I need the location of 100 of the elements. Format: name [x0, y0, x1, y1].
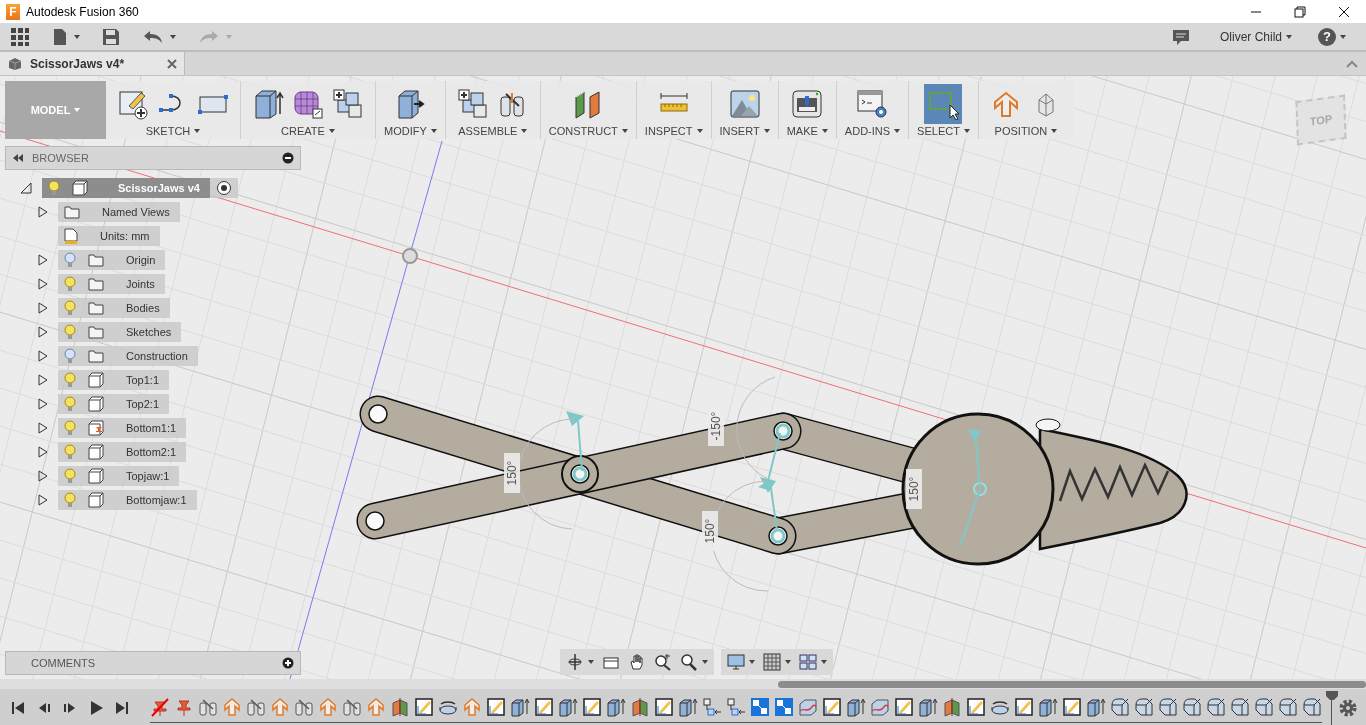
extrude-icon[interactable] [1038, 697, 1058, 717]
skip-to-start-icon[interactable] [10, 699, 26, 716]
viewports-icon[interactable] [799, 653, 817, 671]
tree-item[interactable]: Bottom2:1 [58, 442, 187, 462]
sketch-icon[interactable] [822, 697, 842, 717]
fillet-icon[interactable] [1206, 697, 1226, 717]
split-body-icon[interactable] [630, 697, 650, 717]
fillet-icon[interactable] [1134, 697, 1154, 717]
component-icon[interactable] [332, 88, 364, 120]
expand-arrow-icon[interactable] [38, 374, 48, 386]
active-radio-icon[interactable] [215, 180, 232, 196]
toolbar-menu[interactable]: INSPECT [644, 125, 703, 137]
tree-item[interactable]: Top2:1 [58, 394, 170, 414]
settings-icon[interactable] [1338, 697, 1358, 718]
collapse-panel-icon[interactable] [12, 153, 24, 163]
expand-arrow-icon[interactable] [38, 302, 48, 314]
scripts-icon[interactable] [856, 88, 889, 120]
toolbar-menu[interactable]: INSERT [719, 125, 770, 137]
extrude-icon[interactable] [846, 697, 866, 717]
sketch-icon[interactable] [1014, 697, 1034, 717]
pan-hand-icon[interactable] [628, 653, 646, 671]
toolbar-menu[interactable]: ASSEMBLE [458, 125, 528, 137]
apps-grid-icon[interactable] [10, 26, 30, 47]
fillet-icon[interactable] [1158, 697, 1178, 717]
fillet-icon[interactable] [1278, 697, 1298, 717]
tree-item[interactable]: Units: mm [58, 226, 160, 246]
tree-item[interactable]: Bottomjaw:1 [58, 490, 197, 510]
scroll-thumb[interactable] [778, 681, 1366, 688]
tree-item[interactable]: Topjaw:1 [58, 466, 180, 486]
tree-item[interactable]: Top1:1 [58, 370, 170, 390]
move-component-icon[interactable] [270, 697, 290, 717]
expand-arrow-icon[interactable] [38, 422, 48, 434]
toolbar-menu[interactable]: CONSTRUCT [548, 125, 628, 137]
expand-arrow-icon[interactable] [38, 446, 48, 458]
split-body-icon[interactable] [390, 697, 410, 717]
expand-arrow-icon[interactable] [38, 254, 48, 266]
extrude-icon[interactable] [606, 697, 626, 717]
lightbulb-icon[interactable] [48, 180, 60, 196]
sketch-icon[interactable] [534, 697, 554, 717]
scissor-mechanism-drawing[interactable] [356, 376, 1188, 592]
align-icon[interactable] [726, 697, 746, 717]
timeline-marker-icon[interactable] [1326, 690, 1338, 725]
expand-arrow-icon[interactable] [38, 326, 48, 338]
restore-icon[interactable] [1292, 3, 1308, 20]
tree-item[interactable]: Bodies [58, 298, 170, 318]
printer-icon[interactable] [791, 88, 824, 120]
expand-arrow-icon[interactable] [38, 350, 48, 362]
image-icon[interactable] [728, 88, 761, 120]
fillet-icon[interactable] [1302, 697, 1322, 717]
extrude-icon[interactable] [252, 88, 284, 120]
tree-item[interactable]: Construction [58, 346, 198, 366]
extrude-icon[interactable] [510, 697, 530, 717]
joint-icon[interactable] [294, 697, 314, 717]
add-comment-icon[interactable] [282, 657, 294, 669]
user-menu[interactable]: Oliver Child [1220, 29, 1292, 44]
component-icon[interactable] [456, 88, 489, 120]
form-cage-icon[interactable] [292, 88, 324, 120]
document-tab[interactable]: ScissorJaws v4* [0, 52, 185, 75]
sketch-icon[interactable] [414, 697, 434, 717]
expand-arrow-icon[interactable] [38, 494, 48, 506]
collapse-arrow-icon[interactable] [20, 182, 32, 194]
toolbar-menu[interactable]: SKETCH [145, 125, 201, 137]
move-component-icon[interactable] [366, 697, 386, 717]
extrude-icon[interactable] [678, 697, 698, 717]
expand-arrow-icon[interactable] [38, 470, 48, 482]
joint-icon[interactable] [246, 697, 266, 717]
play-icon[interactable] [88, 699, 104, 716]
sketch-icon[interactable] [582, 697, 602, 717]
tree-item[interactable]: Origin [58, 250, 166, 270]
fillet-icon[interactable] [1230, 697, 1250, 717]
file-icon[interactable] [52, 27, 68, 46]
comment-icon[interactable] [1172, 27, 1190, 46]
extrude-icon[interactable] [918, 697, 938, 717]
joint-icon[interactable] [198, 697, 218, 717]
sketch-icon[interactable] [1062, 697, 1082, 717]
sketch-icon[interactable] [486, 697, 506, 717]
orbit-icon[interactable] [566, 653, 584, 671]
tree-item[interactable]: Joints [58, 274, 165, 294]
toolbar-menu[interactable]: ADD-INS [844, 125, 901, 137]
expand-arrow-icon[interactable] [38, 278, 48, 290]
zoom-icon[interactable] [680, 653, 698, 671]
pattern-icon[interactable] [750, 697, 770, 717]
save-icon[interactable] [102, 27, 120, 46]
expand-arrow-icon[interactable] [38, 398, 48, 410]
skip-to-end-icon[interactable] [114, 699, 130, 716]
unpin-icon[interactable] [150, 697, 170, 717]
fillet-icon[interactable] [1254, 697, 1274, 717]
pattern-icon[interactable] [774, 697, 794, 717]
minimize-panel-icon[interactable] [282, 152, 294, 164]
tree-item[interactable]: Sketches [58, 322, 182, 342]
display-settings-icon[interactable] [727, 653, 745, 671]
toolbar-menu[interactable]: MODIFY [384, 125, 437, 137]
close-tab-icon[interactable] [166, 57, 178, 70]
pin-icon[interactable] [174, 697, 194, 717]
move-component-icon[interactable] [318, 697, 338, 717]
toolbar-menu[interactable]: POSITION [994, 125, 1058, 137]
move-component-icon[interactable] [222, 697, 242, 717]
joint-icon[interactable] [342, 697, 362, 717]
align-icon[interactable] [702, 697, 722, 717]
grid-settings-icon[interactable] [763, 653, 781, 671]
